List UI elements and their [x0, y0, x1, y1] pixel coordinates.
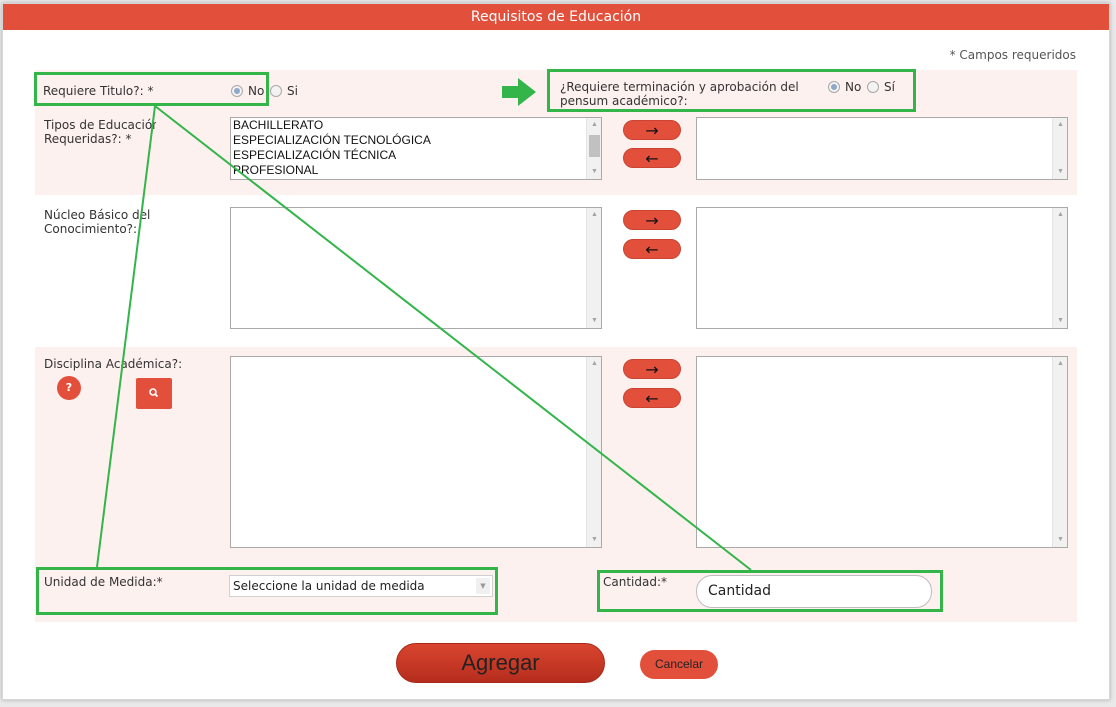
agregar-button[interactable]: Agregar	[396, 643, 605, 683]
tipos-available-scrollbar[interactable]: ▲ ▼	[586, 118, 601, 179]
disciplina-available-list[interactable]: ▲ ▼	[230, 356, 602, 548]
disciplina-add-button[interactable]: →	[623, 359, 681, 379]
nucleo-basico-label-line1: Núcleo Básico del	[44, 208, 151, 222]
help-icon[interactable]: ?	[57, 376, 81, 400]
annotation-box-unidad-medida	[36, 567, 498, 615]
tipos-remove-button[interactable]: ←	[623, 148, 681, 168]
nucleo-remove-button[interactable]: ←	[623, 239, 681, 259]
disciplina-selected-list[interactable]: ▲ ▼	[696, 356, 1068, 548]
nucleo-selected-scrollbar[interactable]: ▲ ▼	[1052, 208, 1067, 328]
tipos-educacion-label-line2: Requeridas?: *	[44, 132, 132, 146]
list-item[interactable]: ESPECIALIZACIÓN TECNOLÓGICA	[231, 133, 601, 148]
tipos-educacion-available-list[interactable]: BACHILLERATO ESPECIALIZACIÓN TECNOLÓGICA E…	[230, 117, 602, 180]
nucleo-basico-selected-list[interactable]: ▲ ▼	[696, 207, 1068, 329]
scroll-thumb[interactable]	[589, 135, 600, 157]
tipos-add-button[interactable]: →	[623, 120, 681, 140]
nucleo-available-scrollbar[interactable]: ▲ ▼	[586, 208, 601, 328]
scroll-down-icon[interactable]: ▼	[587, 533, 601, 547]
scroll-down-icon[interactable]: ▼	[587, 314, 601, 328]
disciplina-remove-button[interactable]: ←	[623, 388, 681, 408]
scroll-up-icon[interactable]: ▲	[587, 208, 601, 222]
annotation-box-cantidad	[597, 570, 943, 612]
annotation-box-requiere-titulo	[34, 72, 269, 106]
magnifier-icon	[149, 388, 159, 398]
nucleo-add-button[interactable]: →	[623, 210, 681, 230]
tipos-educacion-label-line1: Tipos de Educación	[44, 118, 156, 132]
annotation-box-requiere-terminacion	[547, 69, 916, 112]
scroll-up-icon[interactable]: ▲	[587, 357, 601, 371]
search-button[interactable]	[136, 378, 172, 409]
tipos-educacion-label: Tipos de Educación Requeridas?: *	[44, 118, 156, 146]
dialog-title: Requisitos de Educación	[3, 4, 1109, 30]
nucleo-basico-available-list[interactable]: ▲ ▼	[230, 207, 602, 329]
scroll-down-icon[interactable]: ▼	[1053, 165, 1067, 179]
list-item[interactable]: ESPECIALIZACIÓN TÉCNICA	[231, 148, 601, 163]
disciplina-label: Disciplina Académica?:	[44, 357, 183, 371]
required-fields-note: * Campos requeridos	[949, 48, 1076, 62]
requiere-titulo-si-radio[interactable]	[270, 85, 282, 97]
scroll-down-icon[interactable]: ▼	[1053, 314, 1067, 328]
cancelar-button[interactable]: Cancelar	[640, 650, 718, 679]
scroll-up-icon[interactable]: ▲	[1053, 118, 1067, 132]
scroll-down-icon[interactable]: ▼	[1053, 533, 1067, 547]
tipos-educacion-selected-list[interactable]: ▲ ▼	[696, 117, 1068, 180]
requiere-titulo-si-label[interactable]: Si	[287, 84, 298, 98]
nucleo-basico-label-line2: Conocimiento?:	[44, 222, 138, 236]
scroll-up-icon[interactable]: ▲	[1053, 357, 1067, 371]
scroll-up-icon[interactable]: ▲	[587, 118, 601, 132]
scroll-down-icon[interactable]: ▼	[587, 165, 601, 179]
list-item[interactable]: BACHILLERATO	[231, 118, 601, 133]
scroll-up-icon[interactable]: ▲	[1053, 208, 1067, 222]
disciplina-available-scrollbar[interactable]: ▲ ▼	[586, 357, 601, 547]
disciplina-selected-scrollbar[interactable]: ▲ ▼	[1052, 357, 1067, 547]
tipos-selected-scrollbar[interactable]: ▲ ▼	[1052, 118, 1067, 179]
list-item[interactable]: PROFESIONAL	[231, 163, 601, 178]
nucleo-basico-label: Núcleo Básico del Conocimiento?:	[44, 208, 156, 236]
